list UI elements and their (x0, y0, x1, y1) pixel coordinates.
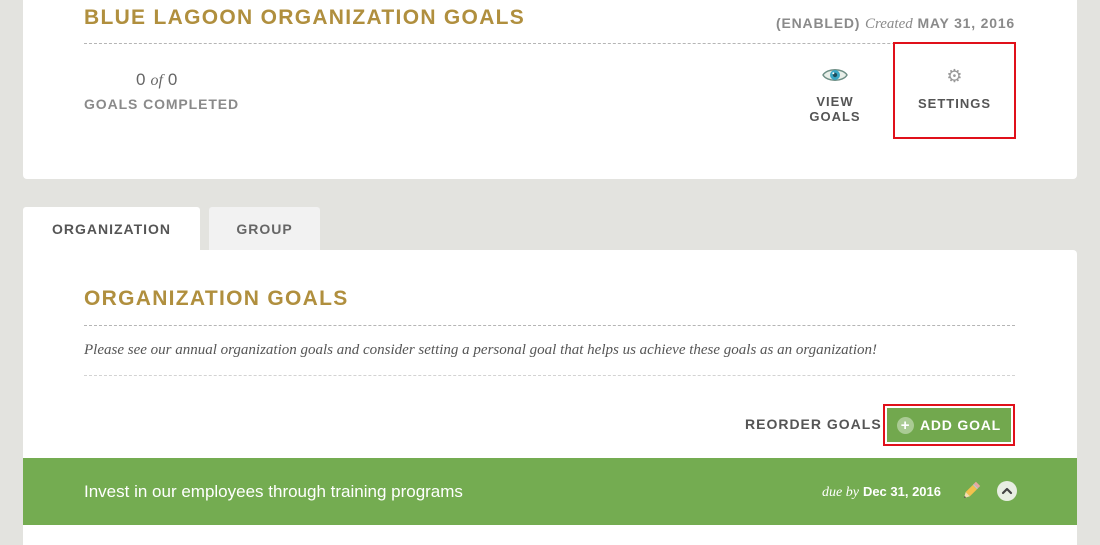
settings-label: SETTINGS (917, 96, 991, 111)
program-header-card: BLUE LAGOON ORGANIZATION GOALS (ENABLED)… (23, 0, 1077, 179)
created-date: MAY 31, 2016 (917, 15, 1015, 31)
goal-due: due by Dec 31, 2016 (822, 484, 941, 501)
settings-button[interactable]: ⚙ SETTINGS (893, 42, 1016, 139)
program-meta: (ENABLED) Created MAY 31, 2016 (776, 15, 1015, 33)
view-goals-label: VIEW GOALS (809, 94, 861, 124)
created-label: Created (864, 16, 913, 32)
gear-icon: ⚙ (946, 66, 963, 86)
divider (84, 375, 1015, 376)
completed-count: 0 (136, 70, 146, 89)
eye-icon (822, 69, 848, 81)
pencil-icon[interactable] (960, 480, 982, 502)
due-by-label: due by (822, 485, 859, 500)
goal-row[interactable]: Invest in our employees through training… (23, 458, 1077, 525)
total-count: 0 (167, 70, 178, 89)
program-status: (ENABLED) (776, 15, 861, 31)
section-title: ORGANIZATION GOALS (84, 287, 349, 310)
divider (84, 325, 1015, 326)
section-description: Please see our annual organization goals… (84, 342, 878, 358)
organization-goals-panel: ORGANIZATION GOALS Please see our annual… (23, 250, 1077, 545)
tab-group[interactable]: GROUP (209, 207, 320, 251)
chevron-up-icon[interactable] (997, 481, 1017, 501)
add-goal-label: ADD GOAL (919, 417, 1002, 433)
program-title: BLUE LAGOON ORGANIZATION GOALS (84, 6, 526, 29)
goals-completed-label: GOALS COMPLETED (84, 96, 240, 112)
of-label: of (150, 72, 163, 89)
add-goal-button[interactable]: + ADD GOAL (883, 404, 1015, 446)
goal-title: Invest in our employees through training… (84, 482, 463, 501)
view-goals-button[interactable]: VIEW GOALS (790, 66, 880, 124)
reorder-goals-button[interactable]: REORDER GOALS (745, 416, 882, 432)
plus-circle-icon: + (896, 416, 914, 434)
divider (84, 43, 1015, 44)
tab-organization[interactable]: ORGANIZATION (23, 207, 200, 251)
goals-count: 0 of 0 (136, 70, 177, 90)
add-goal-button-body: + ADD GOAL (887, 408, 1011, 442)
due-date: Dec 31, 2016 (862, 484, 942, 499)
